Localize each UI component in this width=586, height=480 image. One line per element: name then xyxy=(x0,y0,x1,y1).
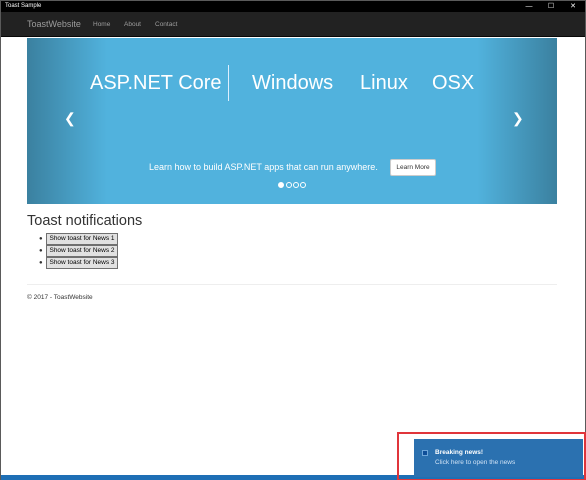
page-heading: Toast notifications xyxy=(27,213,143,229)
app-window: Toast Sample — ☐ ✕ ToastWebsite Home Abo… xyxy=(0,0,586,480)
carousel-indicator-2[interactable] xyxy=(286,182,292,188)
minimize-button[interactable]: — xyxy=(519,1,539,12)
brand-link[interactable]: ToastWebsite xyxy=(27,12,81,37)
show-toast-news-3-button[interactable]: Show toast for News 3 xyxy=(46,257,118,269)
hero-divider xyxy=(228,65,229,101)
window-title: Toast Sample xyxy=(5,3,42,9)
close-button[interactable]: ✕ xyxy=(563,1,583,12)
app-icon xyxy=(422,450,428,456)
carousel-next-icon[interactable]: ❯ xyxy=(512,110,524,126)
carousel-prev-icon[interactable]: ❮ xyxy=(64,110,76,126)
footer-text: © 2017 - ToastWebsite xyxy=(27,294,93,301)
carousel-indicator-1[interactable] xyxy=(278,182,284,188)
show-toast-news-2-button[interactable]: Show toast for News 2 xyxy=(46,245,118,257)
carousel: ASP.NET Core Windows Linux OSX ❮ ❯ Learn… xyxy=(27,38,557,204)
bullet-icon: ● xyxy=(39,260,43,266)
toast-title: Breaking news! xyxy=(435,449,484,456)
footer-divider xyxy=(27,284,557,285)
nav-about-link[interactable]: About xyxy=(124,12,141,37)
navbar: ToastWebsite Home About Contact xyxy=(1,12,585,37)
nav-home-link[interactable]: Home xyxy=(93,12,110,37)
bullet-icon: ● xyxy=(39,248,43,254)
hero-linux: Linux xyxy=(360,72,408,94)
maximize-button[interactable]: ☐ xyxy=(541,1,561,12)
learn-more-button[interactable]: Learn More xyxy=(390,159,436,176)
hero-osx: OSX xyxy=(432,72,475,94)
toast-notification[interactable]: Breaking news! Click here to open the ne… xyxy=(414,439,583,477)
show-toast-news-1-button[interactable]: Show toast for News 1 xyxy=(46,233,118,245)
carousel-caption: Learn how to build ASP.NET apps that can… xyxy=(149,162,378,172)
nav-contact-link[interactable]: Contact xyxy=(155,12,177,37)
toast-body: Click here to open the news xyxy=(435,459,516,466)
hero-windows: Windows xyxy=(252,72,334,94)
bullet-icon: ● xyxy=(39,236,43,242)
hero-aspnet-core: ASP.NET Core xyxy=(90,72,222,94)
title-bar[interactable]: Toast Sample — ☐ ✕ xyxy=(1,1,585,12)
carousel-indicator-4[interactable] xyxy=(300,182,306,188)
carousel-indicator-3[interactable] xyxy=(293,182,299,188)
